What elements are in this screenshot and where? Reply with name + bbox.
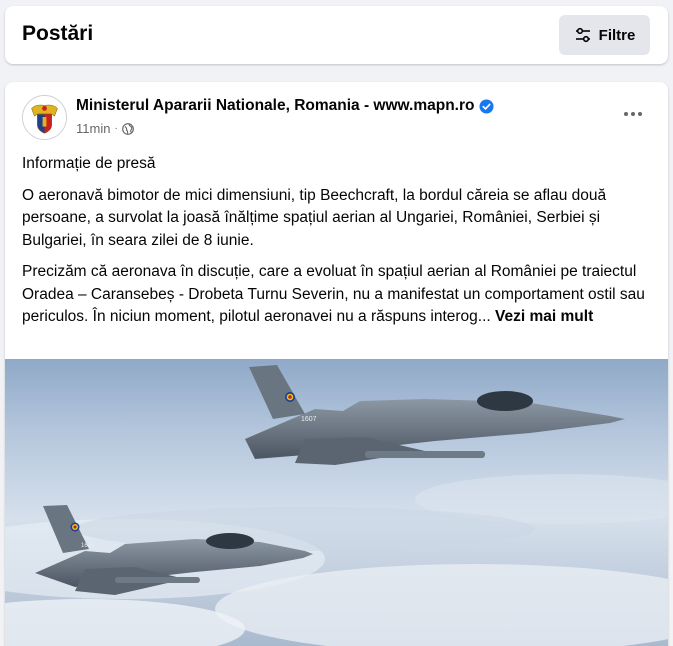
more-dot-icon (624, 112, 628, 116)
filter-button[interactable]: Filtre (559, 15, 650, 55)
tail-number: 1615 (81, 543, 95, 549)
fighter-jets-photo: 1607 1615 (5, 359, 668, 646)
filter-button-label: Filtre (598, 26, 636, 44)
post-body: Informație de presă O aeronavă bimotor d… (22, 153, 652, 338)
see-more-link[interactable]: Vezi mai mult (495, 308, 593, 325)
globe-icon (121, 122, 134, 135)
meta-separator: · (114, 123, 118, 134)
page-title: Postări (22, 22, 94, 45)
post-paragraph: O aeronavă bimotor de mici dimensiuni, t… (22, 186, 607, 249)
post-paragraph-truncated: Precizăm că aeronava în discuție, care a… (22, 261, 652, 329)
coat-of-arms-logo (23, 96, 66, 139)
posts-header: Postări Filtre (5, 6, 668, 64)
author-row: Ministerul Apararii Nationale, Romania -… (76, 97, 495, 115)
filter-sliders-icon (575, 27, 590, 43)
post-card: Ministerul Apararii Nationale, Romania -… (5, 82, 668, 646)
more-dot-icon (631, 112, 635, 116)
more-dot-icon (638, 112, 642, 116)
post-image[interactable]: 1607 1615 (5, 359, 668, 646)
author-name[interactable]: Ministerul Apararii Nationale, Romania -… (76, 97, 474, 115)
author-avatar[interactable] (22, 95, 67, 140)
post-paragraph: Informație de presă (22, 155, 156, 172)
post-time[interactable]: 11min (76, 121, 110, 136)
post-meta: 11min · (76, 121, 134, 136)
tail-number: 1607 (301, 416, 317, 423)
more-options-button[interactable] (620, 104, 646, 124)
verified-badge-icon (479, 98, 495, 114)
